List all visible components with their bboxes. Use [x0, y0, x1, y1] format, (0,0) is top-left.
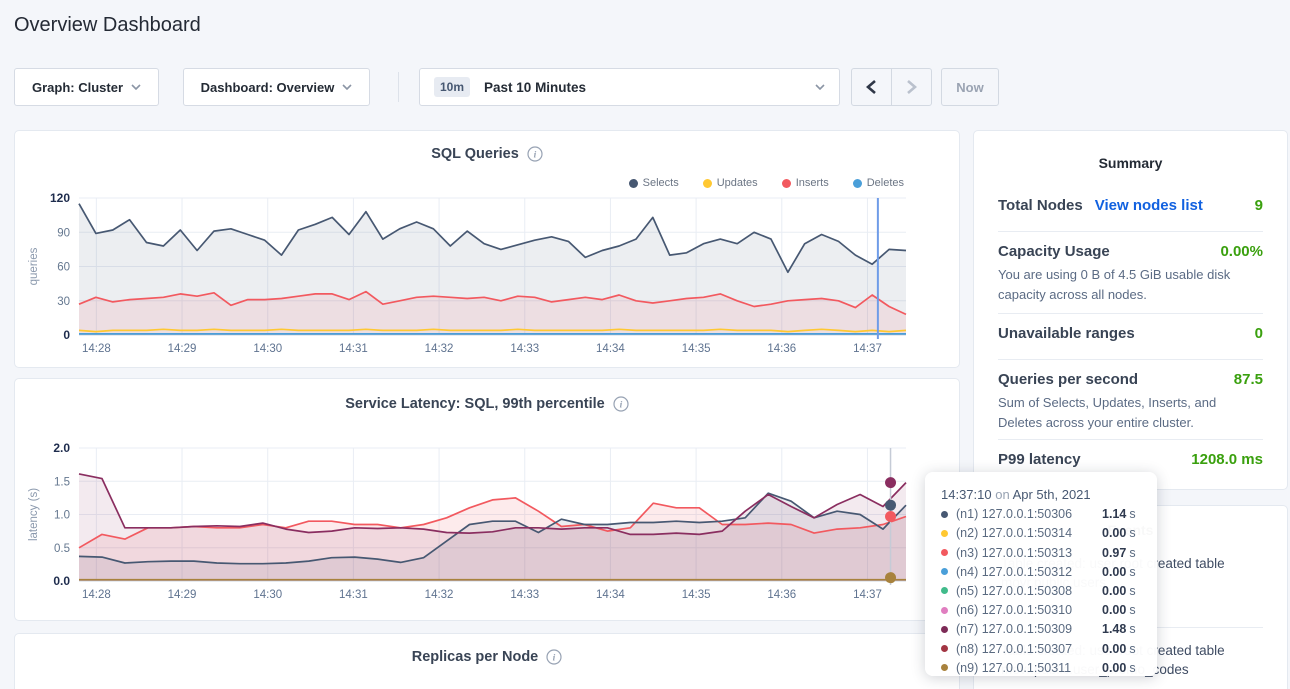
replicas-per-node-panel: Replicas per Node i — [14, 633, 960, 689]
svg-text:14:32: 14:32 — [425, 343, 454, 355]
svg-text:14:36: 14:36 — [767, 589, 796, 601]
service-latency-chart[interactable]: 14:28 14:29 14:30 14:31 14:32 14:33 14:34 14:35… — [15, 379, 961, 622]
chevron-left-icon — [866, 79, 877, 95]
tooltip-node-row: (n9) 127.0.0.1:503110.00s — [941, 661, 1141, 675]
queries-per-second-value: 87.5 — [1234, 371, 1263, 388]
time-next-button[interactable] — [892, 69, 932, 105]
service-latency-panel: Service Latency: SQL, 99th percentile i … — [14, 378, 960, 621]
graph-dropdown[interactable]: Graph: Cluster — [14, 68, 159, 106]
capacity-usage-value: 0.00% — [1220, 243, 1263, 260]
svg-text:14:31: 14:31 — [339, 343, 368, 355]
time-range-label: Past 10 Minutes — [484, 80, 586, 95]
chart-hover-tooltip: 14:37:10 on Apr 5th, 2021 (n1) 127.0.0.1… — [925, 472, 1157, 676]
time-nav-group — [851, 68, 932, 106]
time-range-badge: 10m — [434, 77, 470, 97]
chevron-down-icon — [342, 84, 352, 90]
svg-text:14:28: 14:28 — [82, 343, 111, 355]
svg-text:queries: queries — [28, 247, 40, 285]
tooltip-node-row: (n5) 127.0.0.1:503080.00s — [941, 584, 1141, 598]
summary-row-queries-per-second: Queries per second 87.5 — [998, 371, 1263, 388]
svg-text:14:34: 14:34 — [596, 589, 625, 601]
svg-text:14:32: 14:32 — [425, 589, 454, 601]
page-title: Overview Dashboard — [14, 14, 201, 37]
replicas-per-node-title: Replicas per Node — [412, 649, 539, 665]
tooltip-node-row: (n6) 127.0.0.1:503100.00s — [941, 603, 1141, 617]
chevron-down-icon — [131, 84, 141, 90]
tooltip-node-row: (n8) 127.0.0.1:503070.00s — [941, 642, 1141, 656]
time-prev-button[interactable] — [852, 69, 892, 105]
chevron-down-icon — [815, 84, 825, 90]
unavailable-ranges-value: 0 — [1255, 325, 1263, 342]
svg-text:60: 60 — [57, 262, 70, 274]
svg-text:14:35: 14:35 — [682, 589, 711, 601]
sql-queries-chart[interactable]: 14:28 14:29 14:30 14:31 14:32 14:33 14:34 14:35… — [15, 131, 961, 369]
sql-queries-panel: SQL Queries i SelectsUpdatesInsertsDelet… — [14, 130, 960, 368]
now-button[interactable]: Now — [941, 68, 999, 106]
svg-text:120: 120 — [50, 191, 70, 205]
node-color-dot — [941, 549, 948, 556]
svg-text:14:34: 14:34 — [596, 343, 625, 355]
summary-panel: Summary Total Nodes View nodes list 9 Ca… — [973, 130, 1288, 490]
svg-text:14:37: 14:37 — [853, 343, 882, 355]
svg-text:14:30: 14:30 — [253, 343, 282, 355]
node-color-dot — [941, 607, 948, 614]
summary-row-total-nodes: Total Nodes View nodes list 9 — [998, 197, 1263, 214]
svg-text:14:30: 14:30 — [253, 589, 282, 601]
svg-text:30: 30 — [57, 296, 70, 308]
p99-latency-value: 1208.0 ms — [1191, 451, 1263, 468]
svg-text:i: i — [553, 654, 556, 664]
dashboard-dropdown[interactable]: Dashboard: Overview — [183, 68, 370, 106]
capacity-usage-subtext: You are using 0 B of 4.5 GiB usable disk… — [998, 265, 1263, 305]
svg-text:14:33: 14:33 — [510, 589, 539, 601]
summary-row-unavailable-ranges: Unavailable ranges 0 — [998, 325, 1263, 342]
svg-text:0.0: 0.0 — [53, 574, 70, 588]
svg-text:0.5: 0.5 — [54, 543, 70, 555]
node-color-dot — [941, 511, 948, 518]
node-color-dot — [941, 568, 948, 575]
svg-text:1.5: 1.5 — [54, 476, 70, 488]
svg-text:14:28: 14:28 — [82, 589, 111, 601]
svg-text:latency (s): latency (s) — [28, 488, 40, 541]
node-color-dot — [941, 530, 948, 537]
summary-row-p99-latency: P99 latency 1208.0 ms — [998, 451, 1263, 468]
tooltip-node-row: (n3) 127.0.0.1:503130.97s — [941, 546, 1141, 560]
chevron-right-icon — [906, 79, 917, 95]
node-color-dot — [941, 587, 948, 594]
total-nodes-value: 9 — [1255, 197, 1263, 214]
view-nodes-list-link[interactable]: View nodes list — [1095, 197, 1203, 214]
tooltip-node-row: (n7) 127.0.0.1:503091.48s — [941, 622, 1141, 636]
svg-text:14:29: 14:29 — [168, 343, 197, 355]
tooltip-timestamp: 14:37:10 on Apr 5th, 2021 — [941, 487, 1141, 502]
info-icon[interactable]: i — [546, 649, 562, 665]
tooltip-node-row: (n4) 127.0.0.1:503120.00s — [941, 565, 1141, 579]
time-range-picker[interactable]: 10m Past 10 Minutes — [419, 68, 840, 106]
dashboard-dropdown-label: Dashboard: Overview — [201, 80, 335, 95]
summary-title: Summary — [974, 155, 1287, 171]
svg-text:2.0: 2.0 — [53, 441, 70, 455]
svg-text:90: 90 — [57, 227, 70, 239]
svg-text:1.0: 1.0 — [54, 510, 70, 522]
svg-text:14:29: 14:29 — [168, 589, 197, 601]
overview-dashboard-page: Overview Dashboard Graph: Cluster Dashbo… — [0, 0, 1290, 689]
tooltip-node-row: (n2) 127.0.0.1:503140.00s — [941, 526, 1141, 540]
svg-text:14:33: 14:33 — [510, 343, 539, 355]
svg-text:14:31: 14:31 — [339, 589, 368, 601]
svg-text:0: 0 — [63, 328, 70, 342]
node-color-dot — [941, 626, 948, 633]
controls-divider — [398, 72, 399, 102]
tooltip-node-row: (n1) 127.0.0.1:503061.14s — [941, 507, 1141, 521]
node-color-dot — [941, 664, 948, 671]
node-color-dot — [941, 645, 948, 652]
svg-text:14:37: 14:37 — [853, 589, 882, 601]
graph-dropdown-label: Graph: Cluster — [32, 80, 123, 95]
summary-row-capacity-usage: Capacity Usage 0.00% — [998, 243, 1263, 260]
svg-text:14:36: 14:36 — [767, 343, 796, 355]
queries-per-second-subtext: Sum of Selects, Updates, Inserts, and De… — [998, 393, 1263, 433]
svg-text:14:35: 14:35 — [682, 343, 711, 355]
